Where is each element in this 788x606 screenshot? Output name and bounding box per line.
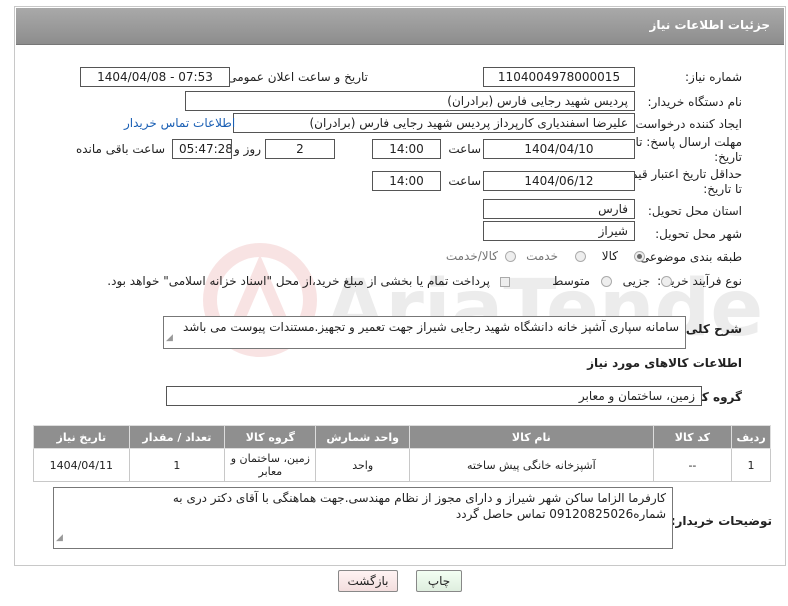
price-date-field[interactable]: 1404/06/12 <box>483 171 635 191</box>
cell-name: آشپزخانه خانگی پیش ساخته <box>408 448 654 482</box>
price-time-field[interactable]: 14:00 <box>372 171 441 191</box>
city-label: شهر محل تحویل: <box>655 227 742 241</box>
cell-qty: 1 <box>128 448 226 482</box>
need-number-label: شماره نیاز: <box>685 70 742 84</box>
col-header-code: کد کالا <box>652 425 733 449</box>
treasury-payment-checkbox[interactable] <box>500 277 510 287</box>
table-row: 1 -- آشپزخانه خانگی پیش ساخته واحد زمین،… <box>33 448 771 482</box>
remaining-label: ساعت باقی مانده <box>75 142 165 156</box>
purchase-radio-minor[interactable] <box>661 276 672 287</box>
purchase-option-minor: جزیی <box>622 274 650 288</box>
announce-datetime-label: تاریخ و ساعت اعلان عمومی: <box>223 70 368 84</box>
goods-info-title: اطلاعات کالاهای مورد نیاز <box>587 356 742 370</box>
city-field[interactable]: شیراز <box>483 221 635 241</box>
resize-grip-icon: ◢ <box>56 533 63 543</box>
reply-time-label: ساعت <box>448 142 481 156</box>
reply-time-field[interactable]: 14:00 <box>372 139 441 159</box>
days-count-field[interactable]: 2 <box>265 139 335 159</box>
col-header-group: گروه کالا <box>224 425 317 449</box>
days-label: روز و <box>234 142 261 156</box>
need-number-field[interactable]: 1104004978000015 <box>483 67 635 87</box>
category-option-service: خدمت <box>526 249 558 263</box>
cell-unit: واحد <box>315 448 410 482</box>
category-radio-goods[interactable] <box>634 251 645 262</box>
panel-title: جزئیات اطلاعات نیاز <box>649 18 770 32</box>
resize-grip-icon: ◢ <box>166 333 173 343</box>
category-option-goods: کالا <box>601 249 618 263</box>
remaining-time-field[interactable]: 05:47:28 <box>172 139 232 159</box>
print-button[interactable]: چاپ <box>416 570 462 592</box>
panel-header: جزئیات اطلاعات نیاز <box>16 8 784 45</box>
reply-deadline-label: مهلت ارسال پاسخ: تا <box>635 135 742 149</box>
buyer-contact-link[interactable]: اطلاعات تماس خریدار <box>124 116 235 130</box>
announce-datetime-field[interactable]: 1404/04/08 - 07:53 <box>80 67 230 87</box>
table-header-row: ردیف کد کالا نام کالا واحد شمارش گروه کا… <box>33 425 771 449</box>
province-field[interactable]: فارس <box>483 199 635 219</box>
cell-code: -- <box>652 448 733 482</box>
price-time-label: ساعت <box>448 174 481 188</box>
col-header-qty: تعداد / مقدار <box>128 425 226 449</box>
buyer-org-label: نام دستگاه خریدار: <box>647 95 743 109</box>
col-header-date: تاریخ نیاز <box>33 425 130 449</box>
buyer-notes-textarea[interactable]: کارفرما الزاما ساکن شهر شیراز و دارای مج… <box>53 487 673 549</box>
requester-label: ایجاد کننده درخواست: <box>631 117 742 131</box>
buyer-notes-label: توضیحات خریدار: <box>670 514 772 528</box>
col-header-unit: واحد شمارش <box>315 425 410 449</box>
category-option-goods-service: کالا/خدمت <box>445 249 498 263</box>
category-radio-goods-service[interactable] <box>505 251 516 262</box>
purchase-radio-medium[interactable] <box>601 276 612 287</box>
cell-row-no: 1 <box>731 448 771 482</box>
payment-note: پرداخت تمام یا بخشی از مبلغ خرید،از محل … <box>107 274 490 288</box>
goods-table: ردیف کد کالا نام کالا واحد شمارش گروه کا… <box>33 425 771 482</box>
cell-group: زمین، ساختمان و معابر <box>224 448 317 482</box>
buyer-org-field[interactable]: پردیس شهید رجایی فارس (برادران) <box>185 91 635 111</box>
back-button[interactable]: بازگشت <box>338 570 398 592</box>
purchase-option-medium: متوسط <box>552 274 590 288</box>
goods-group-field[interactable]: زمین، ساختمان و معابر <box>166 386 702 406</box>
category-label: طبقه بندی موضوعی: <box>635 250 742 264</box>
province-label: استان محل تحویل: <box>647 204 742 218</box>
col-header-name: نام کالا <box>408 425 654 449</box>
buyer-notes-text: کارفرما الزاما ساکن شهر شیراز و دارای مج… <box>172 491 666 521</box>
reply-date-field[interactable]: 1404/04/10 <box>483 139 635 159</box>
requester-field[interactable]: علیرضا اسفندیاری کارپرداز پردیس شهید رجا… <box>233 113 635 133</box>
price-validity-label-2: تا تاریخ: <box>703 182 742 196</box>
col-header-row-no: ردیف <box>731 425 771 449</box>
description-text: سامانه سپاری آشپز خانه دانشگاه شهید رجای… <box>183 320 679 334</box>
reply-deadline-label-2: تاریخ: <box>714 150 742 164</box>
cell-date: 1404/04/11 <box>33 448 130 482</box>
category-radio-service[interactable] <box>575 251 586 262</box>
description-textarea[interactable]: سامانه سپاری آشپز خانه دانشگاه شهید رجای… <box>163 316 686 349</box>
